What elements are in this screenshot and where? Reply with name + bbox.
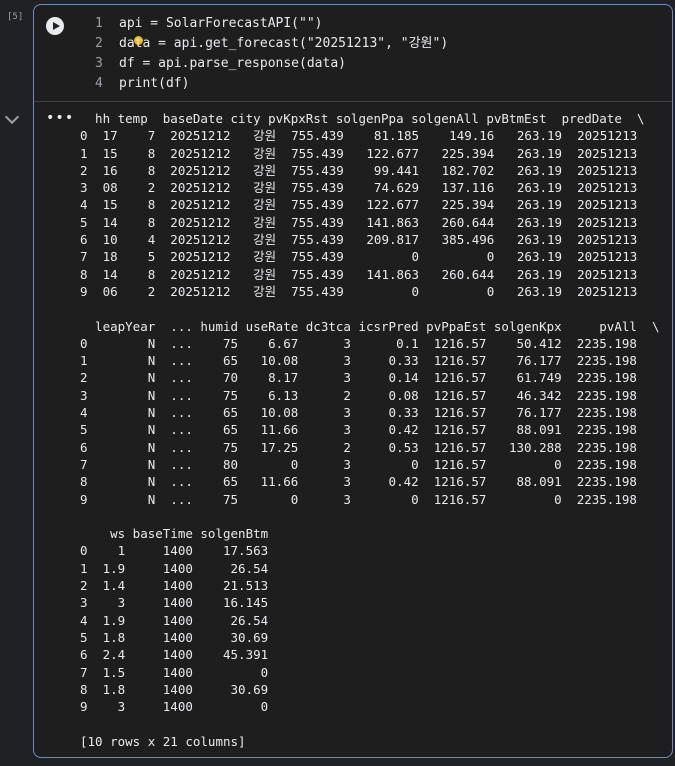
code-line: 1 api = SolarForecastAPI(""): [95, 16, 323, 31]
output-line: 7 1.5 1400 0: [80, 664, 269, 680]
execution-count: [5]: [7, 12, 24, 22]
output-line: 9 N ... 75 0 3 0 1216.57 0 2235.198: [80, 491, 637, 507]
output-line: 9 3 1400 0: [80, 699, 269, 715]
output-line: 2 1.4 1400 21.513: [80, 578, 269, 594]
output-line: 9 06 2 20251212 강원 755.439 0 0 263.19 20…: [80, 283, 638, 299]
output-line: 5 1.8 1400 30.69: [80, 629, 269, 645]
output-line: 4 1.9 1400 26.54: [80, 612, 269, 628]
output-line: 2 N ... 70 8.17 3 0.14 1216.57 61.749 22…: [80, 370, 637, 386]
output-line: 3 3 1400 16.145: [80, 595, 269, 611]
output-line: 6 2.4 1400 45.391: [80, 647, 269, 663]
code-line: 3 df = api.parse_response(data): [95, 56, 346, 71]
code-line: 2 data = api.get_forecast("20251213", "강원…: [95, 36, 449, 51]
output-line: 8 N ... 65 11.66 3 0.42 1216.57 88.091 2…: [80, 474, 637, 490]
more-options-icon[interactable]: •••: [46, 110, 74, 126]
output-line: 1 N ... 65 10.08 3 0.33 1216.57 76.177 2…: [80, 353, 637, 369]
output-line: ws baseTime solgenBtm: [80, 526, 269, 542]
output-line: 2 16 8 20251212 강원 755.439 99.441 182.70…: [80, 162, 638, 178]
output-line: 0 N ... 75 6.67 3 0.1 1216.57 50.412 223…: [80, 335, 637, 351]
output-line: 4 N ... 65 10.08 3 0.33 1216.57 76.177 2…: [80, 405, 637, 421]
output-line: 4 15 8 20251212 강원 755.439 122.677 225.3…: [80, 197, 638, 213]
output-line: 5 N ... 65 11.66 3 0.42 1216.57 88.091 2…: [80, 422, 637, 438]
output-line: leapYear ... humid useRate dc3tca icsrPr…: [80, 318, 660, 334]
code-line: 4 print(df): [95, 76, 190, 91]
output-line: 1 1.9 1400 26.54: [80, 560, 269, 576]
code-editor[interactable]: 1 api = SolarForecastAPI("") 2 data = api.…: [95, 14, 448, 94]
output-line: 7 18 5 20251212 강원 755.439 0 0 263.19 20…: [80, 249, 638, 265]
output-line: 8 14 8 20251212 강원 755.439 141.863 260.6…: [80, 266, 638, 282]
output-line: 0 1 1400 17.563: [80, 543, 269, 559]
output-line: 6 10 4 20251212 강원 755.439 209.817 385.4…: [80, 232, 638, 248]
output-divider: [34, 101, 672, 102]
output-line: 7 N ... 80 0 3 0 1216.57 0 2235.198: [80, 456, 637, 472]
output-line: 8 1.8 1400 30.69: [80, 681, 269, 697]
output-line: 3 08 2 20251212 강원 755.439 74.629 137.11…: [80, 180, 638, 196]
output-line: 5 14 8 20251212 강원 755.439 141.863 260.6…: [80, 214, 638, 230]
output-line: 3 N ... 75 6.13 2 0.08 1216.57 46.342 22…: [80, 387, 637, 403]
output-line: [10 rows x 21 columns]: [80, 733, 246, 749]
output-line: 6 N ... 75 17.25 2 0.53 1216.57 130.288 …: [80, 439, 637, 455]
output-line: 1 15 8 20251212 강원 755.439 122.677 225.3…: [80, 145, 638, 161]
collapse-output-icon[interactable]: [4, 109, 20, 125]
cell-output: hh temp baseDate city pvKpxRst solgenPpa…: [80, 110, 659, 750]
output-line: hh temp baseDate city pvKpxRst solgenPpa…: [80, 111, 645, 126]
run-cell-button[interactable]: [46, 17, 64, 35]
output-line: 0 17 7 20251212 강원 755.439 81.185 149.16…: [80, 128, 638, 144]
